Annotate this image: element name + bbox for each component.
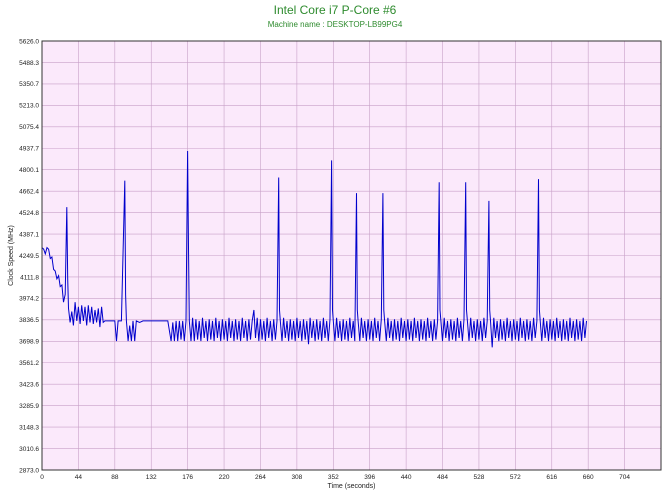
y-tick-label: 5350.7 xyxy=(19,81,39,88)
y-tick-label: 3698.9 xyxy=(19,339,39,346)
y-tick-label: 4524.8 xyxy=(19,210,39,217)
y-axis: 2873.0 3010.6 3148.3 3285.9 3423.6 3561.2 3698… xyxy=(19,38,39,474)
y-tick-label: 3423.6 xyxy=(19,382,39,389)
x-tick-label: 176 xyxy=(182,474,193,481)
x-tick-label: 264 xyxy=(255,474,266,481)
y-tick-label: 3974.2 xyxy=(19,296,39,303)
clock-speed-chart: 2873.0 3010.6 3148.3 3285.9 3423.6 3561.2 3698… xyxy=(8,38,662,490)
y-tick-label: 3010.6 xyxy=(19,446,39,453)
x-tick-label: 88 xyxy=(111,474,119,481)
y-tick-label: 5626.0 xyxy=(19,38,39,45)
y-tick-label: 4937.7 xyxy=(19,146,39,153)
x-tick-label: 528 xyxy=(474,474,485,481)
y-tick-label: 5488.3 xyxy=(19,60,39,67)
x-tick-label: 572 xyxy=(510,474,521,481)
y-axis-label: Clock Speed (MHz) xyxy=(8,225,15,286)
y-tick-label: 4387.1 xyxy=(19,231,39,238)
x-axis-label: Time (seconds) xyxy=(328,483,376,490)
grid xyxy=(41,40,661,471)
x-tick-label: 44 xyxy=(75,474,83,481)
x-axis: 0 44 88 132 176 220 264 308 352 396 440 484 528 572 61… xyxy=(40,474,630,481)
y-tick-label: 5213.0 xyxy=(19,103,39,110)
x-tick-label: 484 xyxy=(437,474,448,481)
y-tick-label: 3836.5 xyxy=(19,317,39,324)
x-tick-label: 704 xyxy=(619,474,630,481)
x-tick-label: 396 xyxy=(364,474,375,481)
x-tick-label: 660 xyxy=(583,474,594,481)
x-tick-label: 220 xyxy=(219,474,230,481)
y-tick-label: 4249.5 xyxy=(19,253,39,260)
y-tick-label: 3285.9 xyxy=(19,403,39,410)
x-tick-label: 440 xyxy=(401,474,412,481)
y-tick-label: 4662.4 xyxy=(19,188,39,195)
x-tick-label: 132 xyxy=(146,474,157,481)
y-tick-label: 2873.0 xyxy=(19,467,39,474)
y-tick-label: 3148.3 xyxy=(19,424,39,431)
y-tick-label: 4800.1 xyxy=(19,167,39,174)
y-tick-label: 4111.8 xyxy=(20,274,39,281)
y-tick-label: 5075.4 xyxy=(19,124,39,131)
x-tick-label: 0 xyxy=(40,474,44,481)
x-tick-label: 616 xyxy=(546,474,557,481)
y-tick-label: 3561.2 xyxy=(19,360,39,367)
x-tick-label: 352 xyxy=(328,474,339,481)
x-tick-label: 308 xyxy=(291,474,302,481)
